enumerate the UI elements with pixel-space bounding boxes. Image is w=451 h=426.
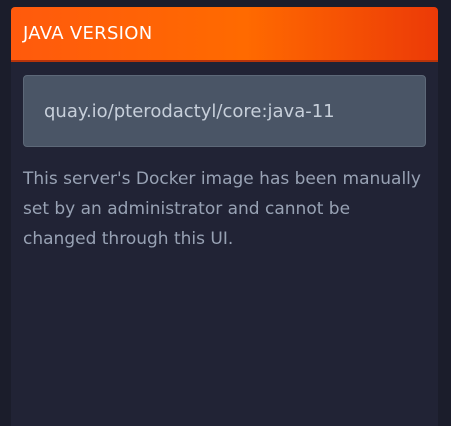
- docker-image-helper-text: This server's Docker image has been manu…: [23, 169, 421, 249]
- page: JAVA VERSION quay.io/pterodactyl/core:ja…: [0, 0, 451, 426]
- card-body: quay.io/pterodactyl/core:java-11 This se…: [11, 62, 438, 254]
- card-header: JAVA VERSION: [11, 7, 438, 62]
- card-title: JAVA VERSION: [23, 23, 153, 44]
- java-version-card: JAVA VERSION quay.io/pterodactyl/core:ja…: [11, 7, 438, 426]
- docker-image-field[interactable]: quay.io/pterodactyl/core:java-11: [23, 75, 426, 147]
